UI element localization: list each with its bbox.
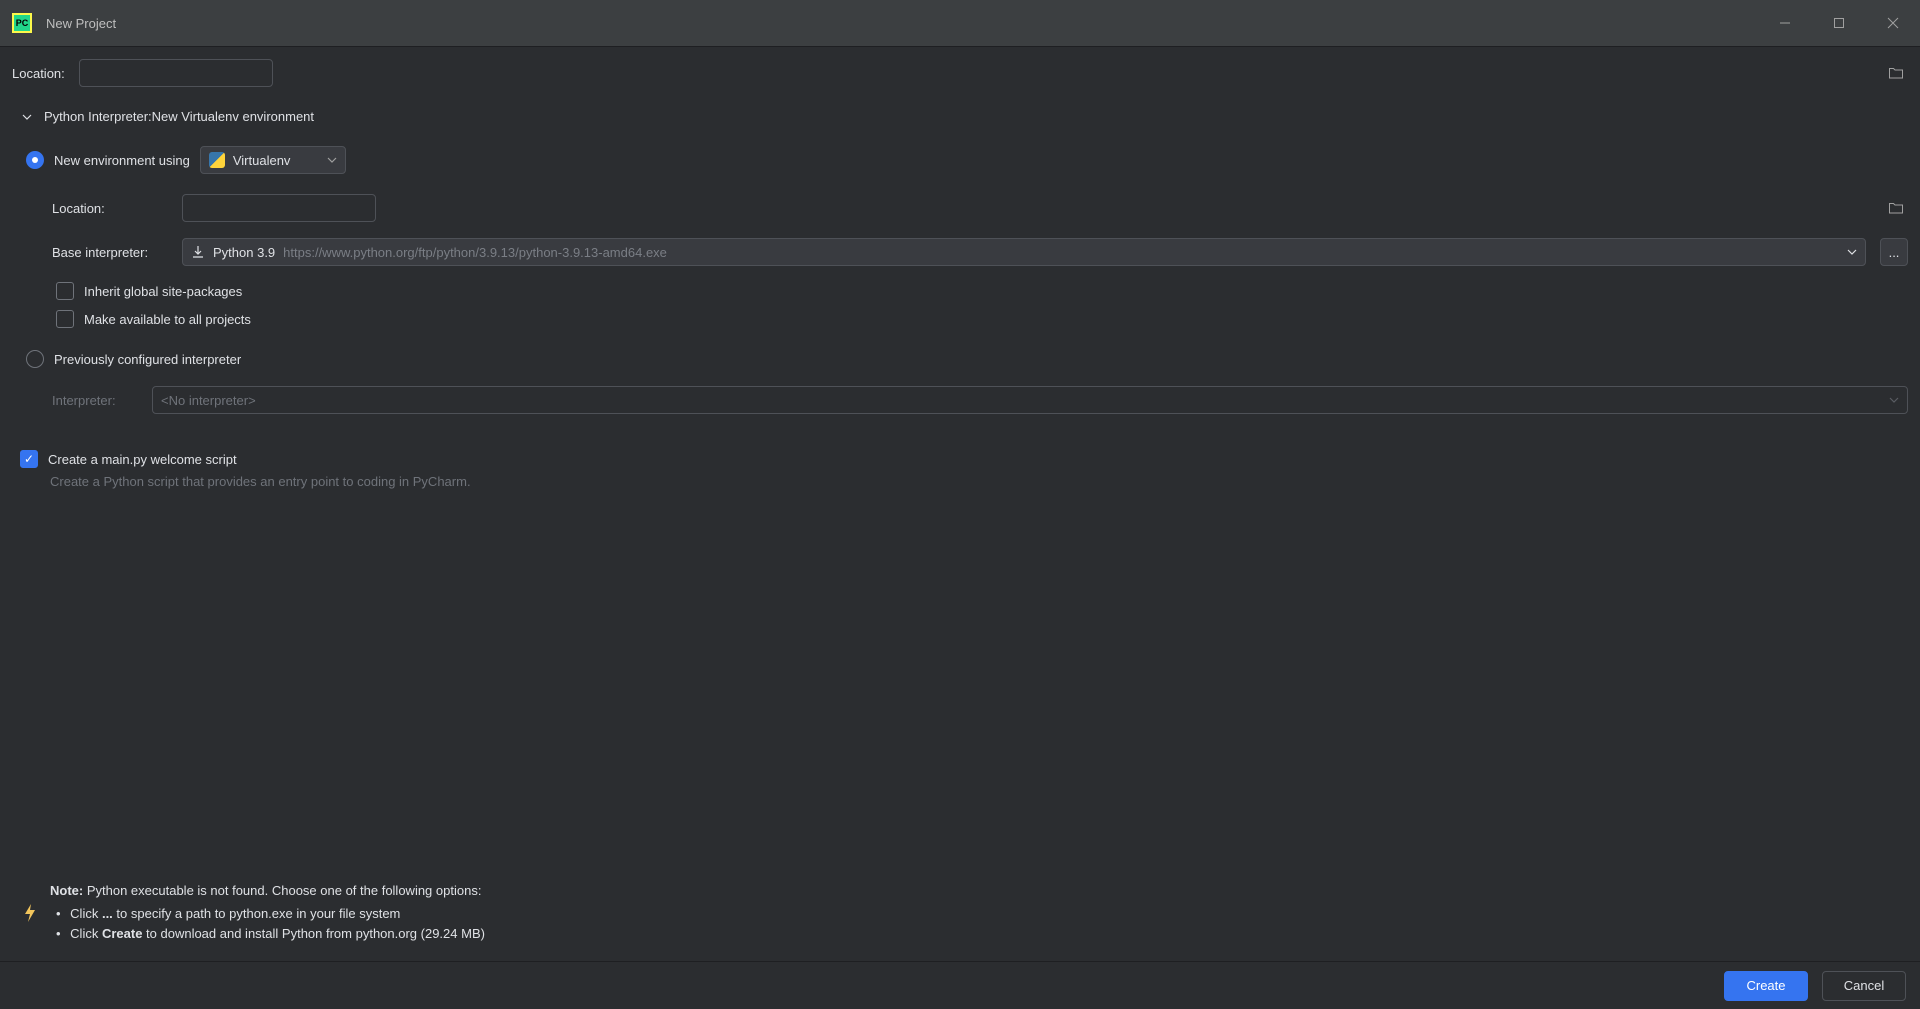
chevron-down-icon: [1889, 395, 1899, 405]
welcome-script-label[interactable]: Create a main.py welcome script: [48, 452, 237, 467]
dialog-content: Location: Python Interpreter: New Virtua…: [0, 47, 1920, 961]
welcome-script-row: Create a main.py welcome script: [20, 450, 1908, 468]
inherit-packages-checkbox[interactable]: [56, 282, 74, 300]
python-icon: [209, 152, 225, 168]
make-available-row: Make available to all projects: [56, 310, 1908, 328]
venv-location-label: Location:: [52, 201, 168, 216]
download-icon: [191, 245, 205, 259]
create-button[interactable]: Create: [1724, 971, 1808, 1001]
note-rest: Python executable is not found. Choose o…: [83, 883, 481, 898]
venv-location-input-wrap: [182, 194, 1908, 222]
note-bold: Note:: [50, 883, 83, 898]
env-tool-select[interactable]: Virtualenv: [200, 146, 346, 174]
browse-interpreter-button[interactable]: ...: [1880, 238, 1908, 266]
interpreter-section-header[interactable]: Python Interpreter: New Virtualenv envir…: [20, 109, 1908, 124]
base-interpreter-label: Base interpreter:: [52, 245, 168, 260]
venv-location-input[interactable]: [182, 194, 376, 222]
venv-location-row: Location:: [52, 194, 1908, 222]
close-button[interactable]: [1866, 0, 1920, 47]
previous-interpreter-row: Interpreter: <No interpreter>: [52, 386, 1908, 414]
window-controls: [1758, 0, 1920, 47]
note-bullet-2: Click Create to download and install Pyt…: [56, 924, 485, 944]
minimize-button[interactable]: [1758, 0, 1812, 47]
create-button-label: Create: [1746, 978, 1785, 993]
project-location-input[interactable]: [79, 59, 273, 87]
project-location-input-wrap: [79, 59, 1908, 87]
base-interpreter-row: Base interpreter: Python 3.9 https://www…: [52, 238, 1908, 266]
note-text: Note: Python executable is not found. Ch…: [50, 881, 485, 944]
previous-interpreter-radio-label[interactable]: Previously configured interpreter: [54, 352, 241, 367]
previous-interpreter-value: <No interpreter>: [161, 393, 256, 408]
previous-interpreter-label: Interpreter:: [52, 393, 138, 408]
note-heading: Note: Python executable is not found. Ch…: [50, 881, 485, 901]
cancel-button[interactable]: Cancel: [1822, 971, 1906, 1001]
previous-interpreter-radio-row: Previously configured interpreter: [26, 350, 1908, 368]
spacer: [12, 503, 1908, 871]
ellipsis-icon: ...: [1889, 245, 1900, 260]
new-env-settings: Location: Base interpreter: Python 3.9 h…: [52, 194, 1908, 350]
project-location-row: Location:: [12, 59, 1908, 87]
note-block: Note: Python executable is not found. Ch…: [22, 881, 1898, 944]
env-tool-selected: Virtualenv: [233, 153, 291, 168]
chevron-down-icon: [1847, 247, 1857, 257]
base-interpreter-url: https://www.python.org/ftp/python/3.9.13…: [283, 245, 667, 260]
welcome-script-checkbox[interactable]: [20, 450, 38, 468]
new-environment-radio-row: New environment using Virtualenv: [26, 146, 1908, 174]
project-location-label: Location:: [12, 66, 65, 81]
make-available-label[interactable]: Make available to all projects: [84, 312, 251, 327]
welcome-script-block: Create a main.py welcome script Create a…: [20, 450, 1908, 503]
titlebar: PC New Project: [0, 0, 1920, 47]
new-environment-radio[interactable]: [26, 151, 44, 169]
maximize-button[interactable]: [1812, 0, 1866, 47]
chevron-down-icon: [327, 155, 337, 165]
base-interpreter-select[interactable]: Python 3.9 https://www.python.org/ftp/py…: [182, 238, 1866, 266]
make-available-checkbox[interactable]: [56, 310, 74, 328]
interpreter-header-value: New Virtualenv environment: [152, 109, 314, 124]
folder-browse-icon[interactable]: [1888, 200, 1904, 216]
previous-interpreter-radio[interactable]: [26, 350, 44, 368]
previous-interpreter-select: <No interpreter>: [152, 386, 1908, 414]
window-title: New Project: [46, 16, 116, 31]
note-bullet-1: Click ... to specify a path to python.ex…: [56, 904, 485, 924]
chevron-down-icon: [20, 110, 34, 124]
inherit-packages-row: Inherit global site-packages: [56, 282, 1908, 300]
new-environment-radio-label[interactable]: New environment using: [54, 153, 190, 168]
interpreter-header-prefix: Python Interpreter:: [44, 109, 152, 124]
cancel-button-label: Cancel: [1844, 978, 1884, 993]
warning-lightning-icon: [22, 903, 38, 923]
base-interpreter-name: Python 3.9: [213, 245, 275, 260]
pycharm-app-icon: PC: [12, 13, 32, 33]
folder-browse-icon[interactable]: [1888, 65, 1904, 81]
previous-interpreter-settings: Interpreter: <No interpreter>: [52, 386, 1908, 430]
inherit-packages-label[interactable]: Inherit global site-packages: [84, 284, 242, 299]
welcome-script-description: Create a Python script that provides an …: [50, 474, 1908, 489]
dialog-footer: Create Cancel: [0, 961, 1920, 1009]
